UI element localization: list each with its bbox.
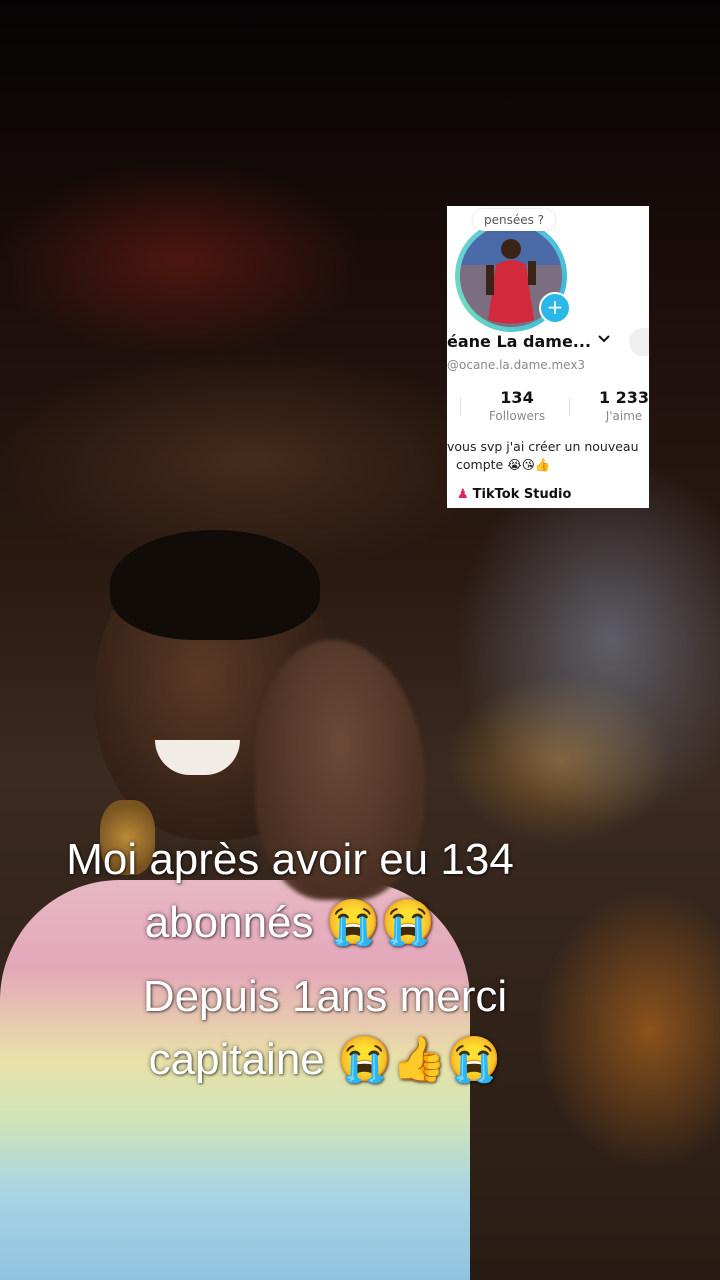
- caption-line: capitaine 😭👍😭: [148, 1035, 502, 1084]
- profile-display-name: éane La dame...: [447, 332, 592, 351]
- profile-bio: vous svp j'ai créer un nouveau compte 😭😘…: [447, 438, 649, 474]
- bio-line: vous svp j'ai créer un nouveau: [447, 439, 639, 454]
- studio-label: TikTok Studio: [472, 487, 572, 502]
- bio-line: compte 😭😘👍: [456, 457, 551, 472]
- thought-bubble: pensées ?: [473, 209, 555, 231]
- stat-divider: [569, 398, 570, 416]
- profile-screenshot-overlay: pensées ? + éane La dame... @ocane.la.da…: [447, 206, 649, 508]
- caption-line: Depuis 1ans merci: [142, 972, 508, 1021]
- likes-stat: 1 233 J'aime: [589, 388, 649, 424]
- followers-count: 134: [500, 388, 534, 407]
- tiktok-studio-link: ♟ TikTok Studio: [457, 487, 571, 502]
- stat-divider: [460, 398, 461, 416]
- add-story-icon: +: [539, 292, 571, 324]
- studio-icon: ♟: [457, 487, 469, 502]
- caption-line: Moi après avoir eu 134: [66, 835, 514, 884]
- menu-pill: [629, 328, 649, 356]
- followers-stat: 134 Followers: [477, 388, 557, 424]
- person-hair: [110, 530, 320, 640]
- likes-count: 1 233: [598, 388, 649, 407]
- likes-label: J'aime: [605, 409, 643, 423]
- profile-handle: @ocane.la.dame.mex3: [447, 358, 586, 372]
- chevron-down-icon: [597, 332, 611, 350]
- caption-line: abonnés 😭😭: [144, 898, 436, 947]
- followers-label: Followers: [488, 409, 546, 423]
